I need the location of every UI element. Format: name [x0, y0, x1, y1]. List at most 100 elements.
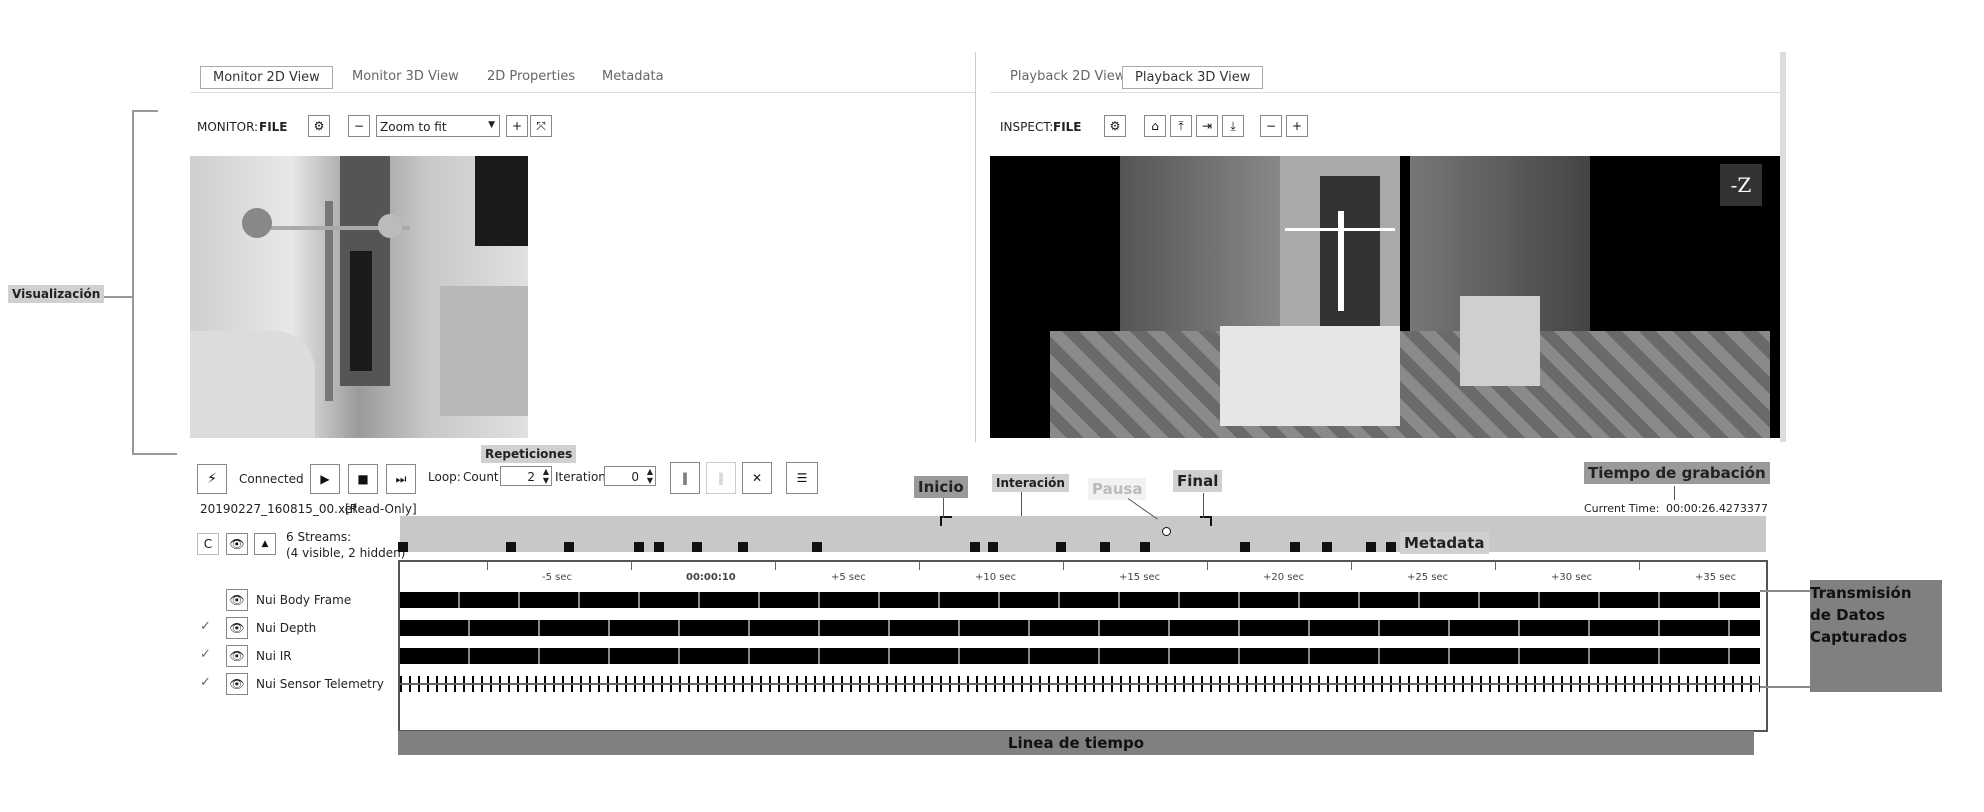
final-bracket[interactable]: [1200, 516, 1212, 526]
zoom-select[interactable]: Zoom to fit ▼: [376, 115, 500, 137]
metadata-marker[interactable]: [506, 542, 516, 552]
final-connector: [1203, 493, 1204, 518]
plus-icon[interactable]: +: [506, 115, 528, 137]
metadata-marker[interactable]: [564, 542, 574, 552]
remove-pause-icon[interactable]: ✕: [742, 462, 772, 494]
connect-icon[interactable]: ⚡: [197, 464, 227, 494]
metadata-marker[interactable]: [1056, 542, 1066, 552]
metadata-annotation: Metadata: [1400, 532, 1489, 554]
monitor-tabbar: Monitor 2D View Monitor 3D View 2D Prope…: [190, 52, 975, 93]
axis-cube-icon[interactable]: -Z: [1720, 164, 1762, 206]
monitor-panel: Monitor 2D View Monitor 3D View 2D Prope…: [190, 52, 976, 442]
stream-name: Nui IR: [256, 649, 292, 663]
streams-summary: 6 Streams:: [286, 530, 352, 544]
depth-view[interactable]: [190, 156, 528, 438]
minus-icon[interactable]: −: [348, 115, 370, 137]
stop-icon[interactable]: ■: [348, 464, 378, 494]
tick-mark: [1639, 562, 1640, 570]
tick-label: +10 sec: [975, 572, 1017, 583]
linea-text: Linea de tiempo: [1007, 734, 1145, 752]
step-icon[interactable]: ⏭: [386, 464, 416, 494]
tab-playback-3d[interactable]: Playback 3D View: [1122, 66, 1264, 89]
tick-mark: [1351, 562, 1352, 570]
eye-icon[interactable]: 👁: [226, 645, 248, 667]
metadata-marker[interactable]: [634, 542, 644, 552]
eye-icon[interactable]: 👁: [226, 589, 248, 611]
metadata-marker[interactable]: [812, 542, 822, 552]
file-name: 20190227_160815_00.xef: [200, 502, 357, 516]
metadata-marker[interactable]: [1290, 542, 1300, 552]
metadata-marker[interactable]: [692, 542, 702, 552]
tick-label: +25 sec: [1407, 572, 1449, 583]
tab-monitor-3d[interactable]: Monitor 3D View: [340, 66, 471, 87]
bed-3d: [1220, 326, 1400, 426]
skeleton-3d-body: [1338, 211, 1344, 311]
pause-point-icon[interactable]: ‖: [670, 462, 700, 494]
check-icon[interactable]: ✓: [200, 619, 214, 634]
metadata-marker[interactable]: [988, 542, 998, 552]
stream-name: Nui Depth: [256, 621, 317, 635]
connection-status: Connected: [239, 472, 304, 486]
home-icon[interactable]: ⌂: [1144, 115, 1166, 137]
pause-point-disabled-icon[interactable]: ‖: [706, 462, 736, 494]
metadata-marker[interactable]: [738, 542, 748, 552]
play-icon[interactable]: ▶: [310, 464, 340, 494]
tab-metadata[interactable]: Metadata: [590, 66, 676, 87]
gear-icon[interactable]: ⚙: [308, 115, 330, 137]
metadata-marker[interactable]: [1140, 542, 1150, 552]
count-stepper[interactable]: 2 ▲ ▼: [500, 466, 552, 486]
check-icon[interactable]: ✓: [200, 675, 214, 690]
playback-tabbar: Playback 2D View Playback 3D View: [990, 52, 1780, 93]
metadata-marker[interactable]: [970, 542, 980, 552]
jump-start-icon[interactable]: ⤒: [1170, 115, 1192, 137]
jump-next-icon[interactable]: ⇥: [1196, 115, 1218, 137]
linea-annotation: Linea de tiempo: [398, 731, 1754, 755]
tick-mark: [1063, 562, 1064, 570]
metadata-marker[interactable]: [1366, 542, 1376, 552]
metadata-bar[interactable]: Metadata: [398, 516, 1766, 554]
metadata-marker[interactable]: [1240, 542, 1250, 552]
dark-edge-right: [475, 156, 528, 246]
interaccion-connector: [1021, 492, 1022, 516]
inicio-bracket[interactable]: [940, 516, 952, 526]
transmision-annotation: Transmisión de Datos Capturados: [1810, 580, 1942, 692]
tab-playback-2d[interactable]: Playback 2D View: [998, 66, 1137, 87]
iteration-stepper[interactable]: 0 ▲ ▼: [604, 466, 656, 486]
minus-icon[interactable]: −: [1260, 115, 1282, 137]
stream-track-depth[interactable]: [400, 620, 1760, 636]
stream-track-body-frame[interactable]: [400, 592, 1760, 608]
final-annotation: Final: [1173, 470, 1223, 492]
pause-marker[interactable]: [1162, 527, 1171, 536]
eye-icon[interactable]: 👁: [226, 533, 248, 555]
metadata-marker[interactable]: [1322, 542, 1332, 552]
bed-shape: [190, 331, 315, 438]
tiempo-annotation: Tiempo de grabación: [1584, 462, 1770, 484]
skeleton-body: [325, 201, 333, 401]
metadata-marker[interactable]: [654, 542, 664, 552]
tick-mark: [919, 562, 920, 570]
tick-mark: [775, 562, 776, 570]
stream-track-ir[interactable]: [400, 648, 1760, 664]
jump-end-icon[interactable]: ⤓: [1222, 115, 1244, 137]
tab-monitor-2d[interactable]: Monitor 2D View: [200, 66, 333, 89]
eye-icon[interactable]: 👁: [226, 617, 248, 639]
pausa-annotation: Pausa: [1088, 478, 1147, 500]
check-icon[interactable]: ✓: [200, 647, 214, 662]
tab-2d-properties[interactable]: 2D Properties: [475, 66, 587, 87]
list-icon[interactable]: ☰: [786, 462, 818, 494]
tick-mark: [1495, 562, 1496, 570]
metadata-marker[interactable]: [1100, 542, 1110, 552]
timeline-ruler[interactable]: -5 sec 00:00:10 +5 sec +10 sec +15 sec +…: [400, 562, 1766, 590]
collapse-icon[interactable]: ▲: [254, 533, 276, 555]
eye-icon[interactable]: 👁: [226, 673, 248, 695]
plus-icon[interactable]: +: [1286, 115, 1308, 137]
metadata-marker[interactable]: [1386, 542, 1396, 552]
tick-label: +5 sec: [831, 572, 866, 583]
point-cloud-view[interactable]: -Z: [990, 156, 1780, 438]
tick-label: 00:00:10: [686, 572, 736, 583]
monitor-source: FILE: [259, 120, 288, 134]
gear-icon[interactable]: ⚙: [1104, 115, 1126, 137]
c-button[interactable]: C: [197, 533, 219, 555]
metadata-marker[interactable]: [398, 542, 408, 552]
fit-icon[interactable]: ⤧: [530, 115, 552, 137]
